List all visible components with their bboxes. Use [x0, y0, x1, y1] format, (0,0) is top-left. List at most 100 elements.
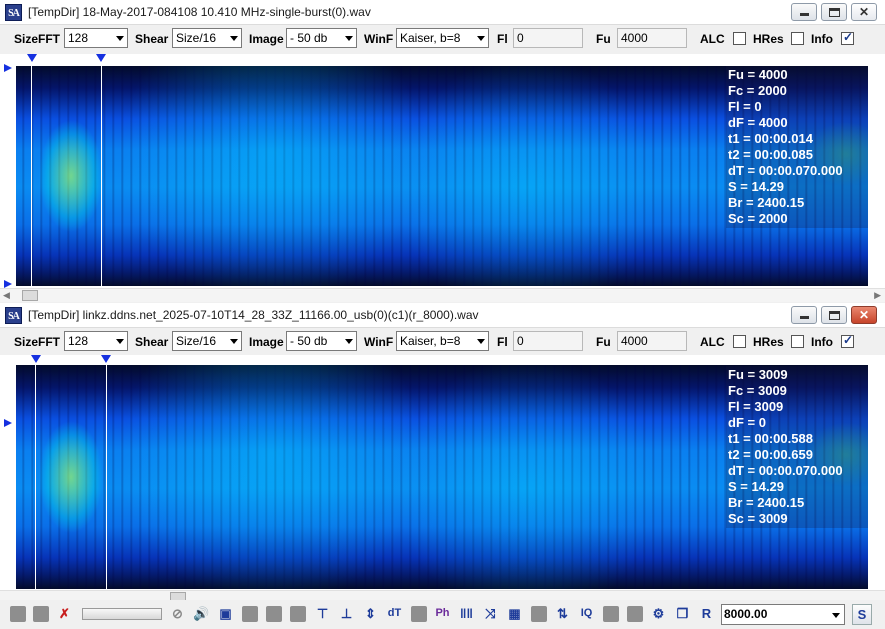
- copy-icon[interactable]: ❐: [673, 604, 692, 623]
- align-both-icon[interactable]: ⇕: [361, 604, 380, 623]
- info-label: Info: [811, 335, 833, 349]
- hres-checkbox[interactable]: [791, 32, 804, 45]
- cursor-line-t1[interactable]: [31, 66, 32, 286]
- window-title: [TempDir] linkz.ddns.net_2025-07-10T14_2…: [28, 308, 479, 322]
- close-icon: ✕: [858, 5, 870, 19]
- close-button[interactable]: ✕: [851, 3, 877, 21]
- scroll-thumb[interactable]: [22, 290, 38, 301]
- cross-arrows-icon[interactable]: ⤨: [481, 604, 500, 623]
- s-button[interactable]: S: [852, 604, 872, 625]
- maximize-button[interactable]: [821, 306, 847, 324]
- window-title: [TempDir] 18-May-2017-084108 10.410 MHz-…: [28, 5, 371, 19]
- minimize-icon: [800, 316, 809, 319]
- minimize-button[interactable]: [791, 306, 817, 324]
- shear-select[interactable]: Size/16: [172, 28, 242, 48]
- gray-square-icon[interactable]: [290, 606, 306, 622]
- gray-square-icon[interactable]: [627, 606, 643, 622]
- winf-select[interactable]: Kaiser, b=8: [396, 28, 489, 48]
- fu-input[interactable]: 4000: [617, 28, 687, 48]
- info-fu: Fu = 4000: [728, 67, 788, 82]
- cursor-line-t2[interactable]: [101, 66, 102, 286]
- image-value: - 50 db: [290, 334, 328, 348]
- hres-checkbox[interactable]: [791, 335, 804, 348]
- cursor-marker-t1[interactable]: [27, 54, 37, 62]
- gray-square-icon[interactable]: [603, 606, 619, 622]
- alc-label: ALC: [700, 32, 725, 46]
- info-overlay: Fu = 4000 Fc = 2000 Fl = 0 dF = 4000 t1 …: [726, 66, 868, 228]
- gray-square-icon[interactable]: [33, 606, 49, 622]
- maximize-icon: [829, 8, 840, 17]
- info-fc: Fc = 2000: [728, 83, 787, 98]
- gray-square-icon[interactable]: [242, 606, 258, 622]
- gray-square-icon[interactable]: [10, 606, 26, 622]
- speaker-icon[interactable]: 🔊: [192, 604, 211, 623]
- info-t1: t1 = 00:00.588: [728, 431, 813, 446]
- spectrogram-area[interactable]: Fu = 3009 Fc = 3009 Fl = 3009 dF = 0 t1 …: [0, 355, 885, 591]
- gray-square-icon[interactable]: [411, 606, 427, 622]
- chevron-down-icon: [477, 36, 485, 41]
- alc-checkbox[interactable]: [733, 32, 746, 45]
- r-icon[interactable]: R: [697, 604, 716, 623]
- sample-rate-select[interactable]: 8000.00: [721, 604, 845, 625]
- frequency-marker-top[interactable]: [4, 64, 12, 72]
- title-bar[interactable]: SA [TempDir] 18-May-2017-084108 10.410 M…: [0, 0, 885, 25]
- sizefft-select[interactable]: 128: [64, 28, 128, 48]
- comb-icon[interactable]: ‖‖: [457, 604, 476, 623]
- scroll-left-icon[interactable]: ◀: [3, 290, 10, 301]
- scroll-right-icon[interactable]: ▶: [874, 290, 881, 301]
- title-bar[interactable]: SA [TempDir] linkz.ddns.net_2025-07-10T1…: [0, 303, 885, 328]
- grid-icon[interactable]: ▦: [505, 604, 524, 623]
- shear-label: Shear: [135, 32, 169, 46]
- info-checkbox[interactable]: [841, 333, 854, 348]
- sizefft-label: SizeFFT: [14, 335, 61, 349]
- fl-input[interactable]: 0: [513, 28, 583, 48]
- frequency-marker-bottom[interactable]: [4, 280, 12, 288]
- dt-icon[interactable]: dT: [385, 604, 404, 623]
- gray-square-icon[interactable]: [531, 606, 547, 622]
- sizefft-value: 128: [68, 334, 89, 348]
- shear-label: Shear: [135, 335, 169, 349]
- shear-value: Size/16: [176, 31, 217, 45]
- cross-out-icon[interactable]: ✗: [55, 604, 74, 623]
- ph-icon[interactable]: Ph: [433, 604, 452, 623]
- align-top-icon[interactable]: ⊤: [313, 604, 332, 623]
- toolbar: SizeFFT 128 Shear Size/16 Image - 50 db …: [0, 26, 885, 52]
- close-button[interactable]: ✕: [851, 306, 877, 324]
- image-select[interactable]: - 50 db: [286, 331, 357, 351]
- alc-checkbox[interactable]: [733, 335, 746, 348]
- chevron-down-icon: [832, 613, 840, 618]
- info-checkbox[interactable]: [841, 30, 854, 45]
- cursor-marker-t2[interactable]: [96, 54, 106, 62]
- fu-input[interactable]: 4000: [617, 331, 687, 351]
- align-bottom-icon[interactable]: ⊥: [337, 604, 356, 623]
- chevron-down-icon: [230, 36, 238, 41]
- winf-select[interactable]: Kaiser, b=8: [396, 331, 489, 351]
- iq-icon[interactable]: IQ: [577, 604, 596, 623]
- sizefft-select[interactable]: 128: [64, 331, 128, 351]
- fl-label: Fl: [497, 32, 508, 46]
- image-select[interactable]: - 50 db: [286, 28, 357, 48]
- shear-select[interactable]: Size/16: [172, 331, 242, 351]
- cursor-line-t1[interactable]: [35, 365, 36, 589]
- cursor-marker-t1[interactable]: [31, 355, 41, 363]
- maximize-button[interactable]: [821, 3, 847, 21]
- gear-icon[interactable]: ⚙: [649, 604, 668, 623]
- chevron-down-icon: [345, 36, 353, 41]
- spectrogram-area[interactable]: Fu = 4000 Fc = 2000 Fl = 0 dF = 4000 t1 …: [0, 54, 885, 288]
- info-df: dF = 4000: [728, 115, 788, 130]
- horizontal-scrollbar[interactable]: ◀ ▶: [0, 288, 885, 302]
- minimize-button[interactable]: [791, 3, 817, 21]
- volume-slider[interactable]: [82, 608, 162, 620]
- updown-arrows-icon[interactable]: ⇅: [553, 604, 572, 623]
- gray-square-icon[interactable]: [266, 606, 282, 622]
- image-label: Image: [249, 335, 284, 349]
- no-entry-icon[interactable]: ⊘: [168, 604, 187, 623]
- square-target-icon[interactable]: ▣: [216, 604, 235, 623]
- info-sc: Sc = 3009: [728, 511, 788, 526]
- cursor-line-t2[interactable]: [106, 365, 107, 589]
- info-fu: Fu = 3009: [728, 367, 788, 382]
- cursor-marker-t2[interactable]: [101, 355, 111, 363]
- fl-input[interactable]: 0: [513, 331, 583, 351]
- winf-label: WinF: [364, 335, 394, 349]
- frequency-marker[interactable]: [4, 419, 12, 427]
